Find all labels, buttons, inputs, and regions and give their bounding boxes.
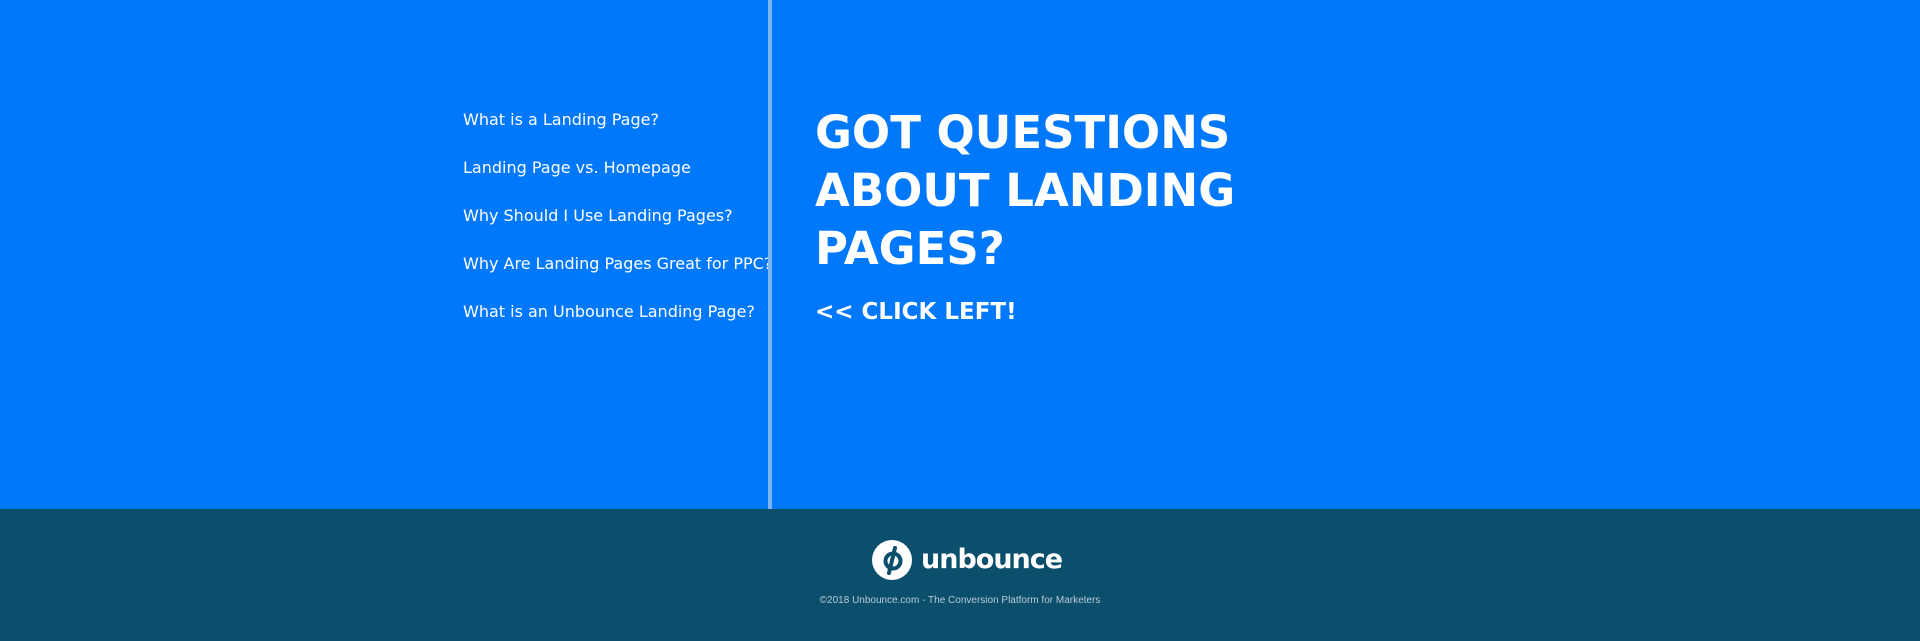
main-section: What is a Landing Page? Landing Page vs.… xyxy=(0,0,1920,509)
logo-wordmark: unbounce xyxy=(921,544,1063,575)
faq-nav-item: Why Should I Use Landing Pages? xyxy=(463,204,772,252)
faq-nav: What is a Landing Page? Landing Page vs.… xyxy=(463,108,772,348)
landing-page: What is a Landing Page? Landing Page vs.… xyxy=(0,0,1920,641)
link-unbounce-landing-page[interactable]: What is an Unbounce Landing Page? xyxy=(463,300,772,348)
link-why-use-landing-pages[interactable]: Why Should I Use Landing Pages? xyxy=(463,204,772,252)
unbounce-logo[interactable]: unbounce xyxy=(871,539,1063,581)
faq-nav-item: What is a Landing Page? xyxy=(463,108,772,156)
click-left-prompt: << CLICK LEFT! xyxy=(815,299,1017,325)
copyright-text: ©2018 Unbounce.com - The Conversion Plat… xyxy=(819,595,1101,606)
unbounce-logo-icon xyxy=(872,540,912,580)
vertical-divider xyxy=(768,0,772,509)
link-what-is-landing-page[interactable]: What is a Landing Page? xyxy=(463,108,772,156)
footer: unbounce ©2018 Unbounce.com - The Conver… xyxy=(0,509,1920,641)
link-landing-pages-ppc[interactable]: Why Are Landing Pages Great for PPC? xyxy=(463,252,772,300)
faq-nav-item: What is an Unbounce Landing Page? xyxy=(463,300,772,348)
hero-headline: GOT QUESTIONS ABOUT LANDING PAGES? xyxy=(815,106,1236,275)
faq-nav-item: Landing Page vs. Homepage xyxy=(463,156,772,204)
link-landing-vs-homepage[interactable]: Landing Page vs. Homepage xyxy=(463,156,772,204)
faq-nav-item: Why Are Landing Pages Great for PPC? xyxy=(463,252,772,300)
